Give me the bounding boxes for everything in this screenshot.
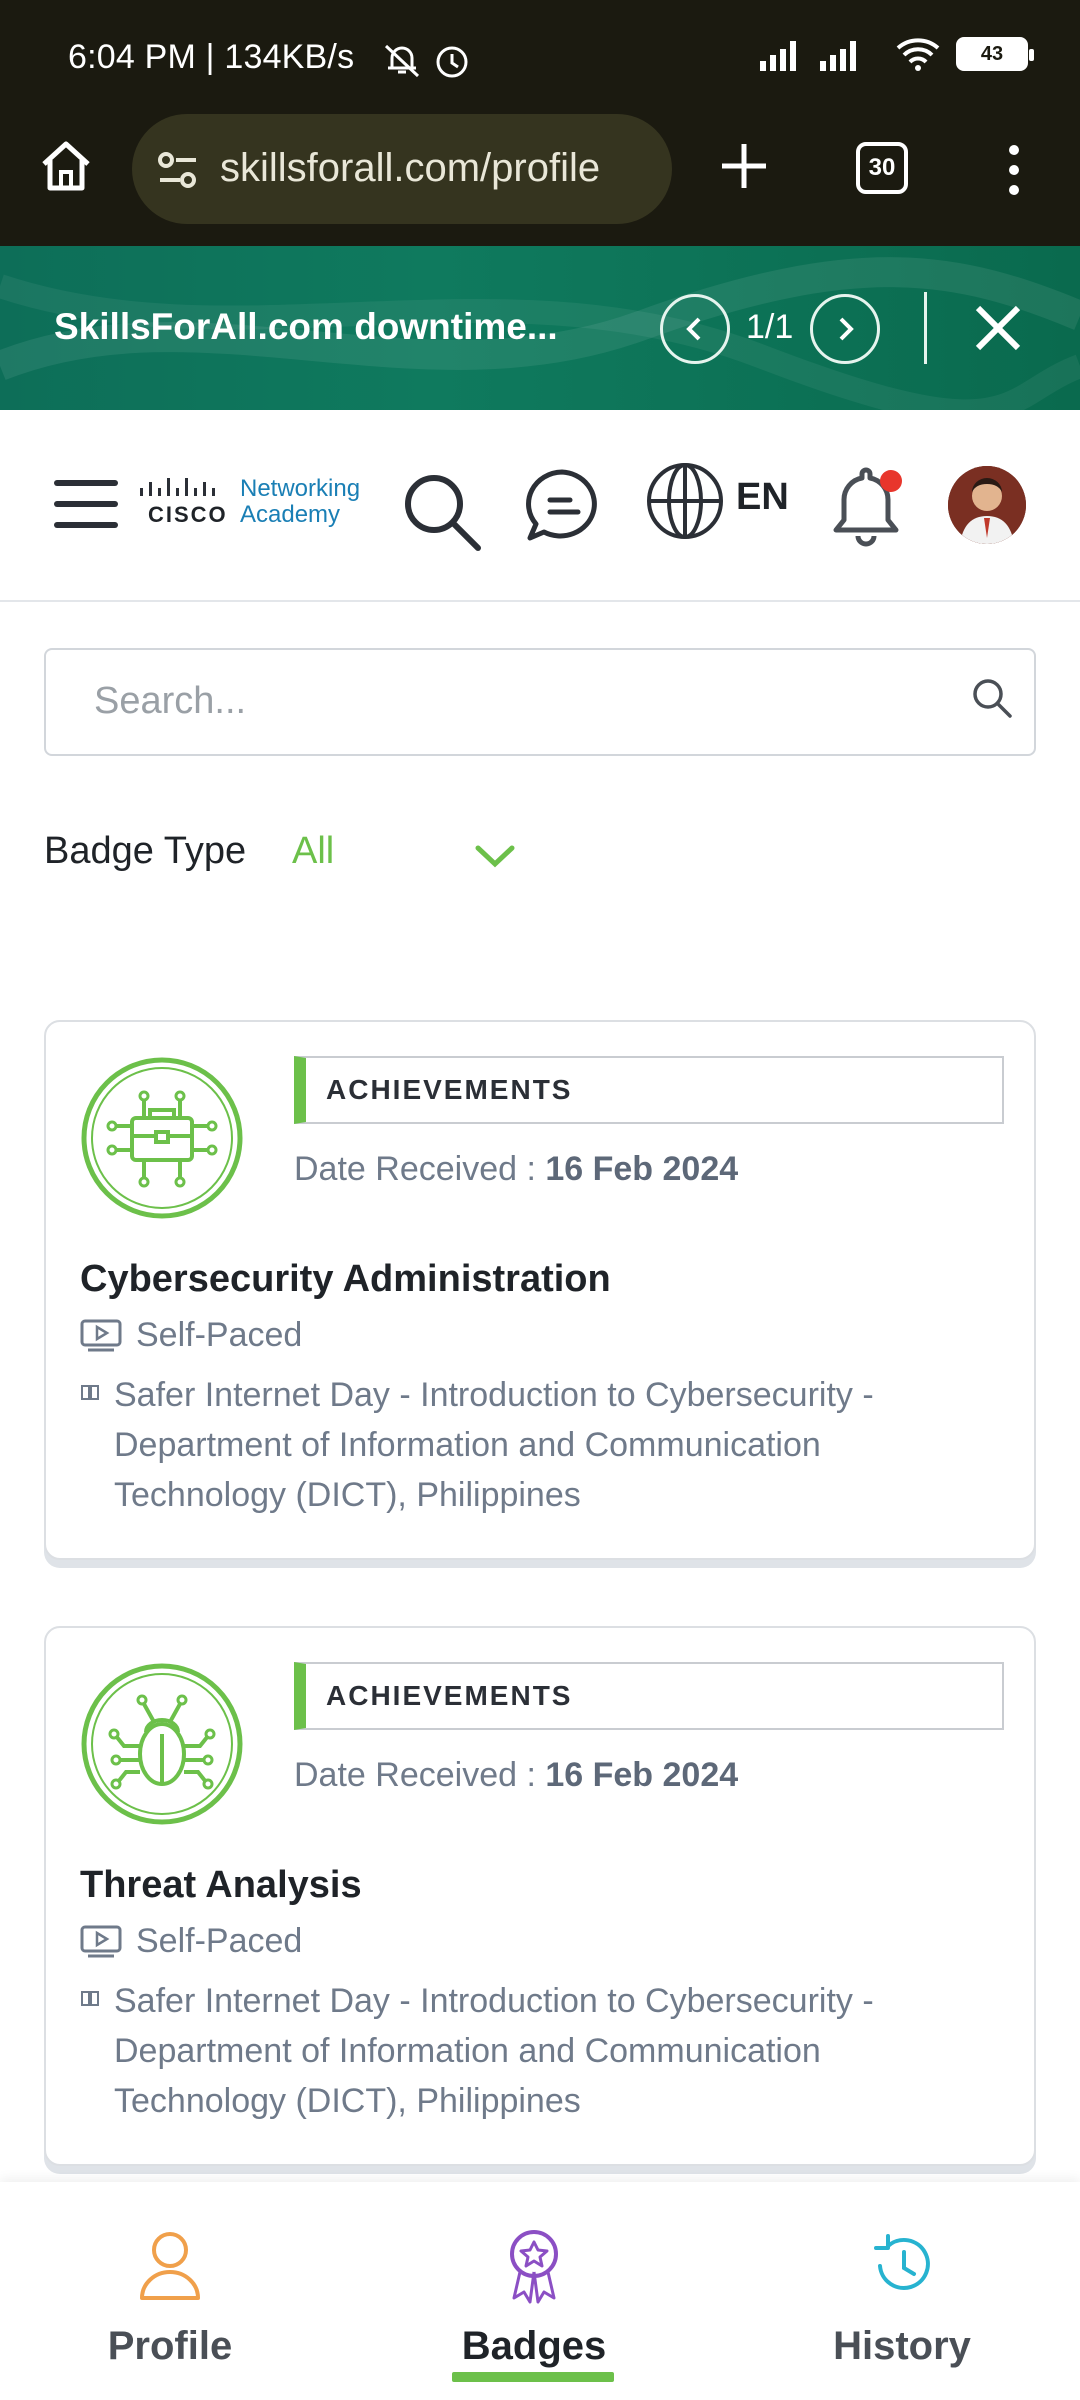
search-icon[interactable] xyxy=(400,470,484,554)
badge-type-dropdown[interactable]: All xyxy=(292,830,334,873)
badge-search-box xyxy=(44,648,1036,756)
active-tab-indicator xyxy=(452,2372,614,2382)
cisco-networking-academy-logo[interactable]: CISCO Networking Academy xyxy=(138,476,368,536)
nav-profile[interactable]: Profile xyxy=(20,2182,320,2400)
pace-text: Self-Paced xyxy=(136,1316,303,1354)
badge-card[interactable]: ACHIEVEMENTS Date Received : 16 Feb 2024… xyxy=(44,1020,1036,1560)
notification-dot xyxy=(880,470,902,492)
new-tab-icon[interactable] xyxy=(716,138,772,194)
date-received-value: 16 Feb 2024 xyxy=(545,1756,739,1794)
chevron-left-icon xyxy=(686,317,701,341)
globe-icon[interactable] xyxy=(644,460,726,542)
status-time: 6:04 PM | 134KB/s xyxy=(68,38,355,76)
search-input[interactable] xyxy=(94,680,944,723)
badge-title[interactable]: Threat Analysis xyxy=(80,1864,362,1907)
address-bar[interactable]: skillsforall.com/profile xyxy=(132,114,672,224)
site-header: CISCO Networking Academy EN xyxy=(0,410,1080,602)
nav-history[interactable]: History xyxy=(752,2182,1052,2400)
nav-badges-label: Badges xyxy=(461,2324,607,2368)
status-bar: 6:04 PM | 134KB/s 43 xyxy=(0,0,1080,120)
browser-toolbar: skillsforall.com/profile 30 xyxy=(0,112,1080,246)
date-received: Date Received : 16 Feb 2024 xyxy=(294,1756,738,1795)
status-notification-icons xyxy=(384,44,468,78)
book-icon xyxy=(81,1385,99,1400)
search-icon[interactable] xyxy=(968,674,1018,724)
badge-category: ACHIEVEMENTS xyxy=(294,1662,1004,1730)
logo-brand: CISCO xyxy=(148,502,228,527)
battery-indicator: 43 xyxy=(956,37,1034,71)
close-icon[interactable] xyxy=(966,296,1030,360)
video-course-icon xyxy=(80,1925,122,1957)
badge-card[interactable]: ACHIEVEMENTS Date Received : 16 Feb 2024… xyxy=(44,1626,1036,2166)
pace-text: Self-Paced xyxy=(136,1922,303,1960)
course-name: Safer Internet Day - Introduction to Cyb… xyxy=(114,1376,874,1514)
home-icon[interactable] xyxy=(36,136,96,196)
banner-prev-button[interactable] xyxy=(660,294,730,364)
badge-category-text: ACHIEVEMENTS xyxy=(326,1074,573,1105)
badge-category-text: ACHIEVEMENTS xyxy=(326,1680,573,1711)
bug-icon xyxy=(81,1663,243,1825)
date-received-label: Date Received : xyxy=(294,1150,546,1188)
briefcase-circuit-icon xyxy=(81,1057,243,1219)
badge-icon xyxy=(510,2230,558,2304)
chat-icon[interactable] xyxy=(522,466,602,546)
banner-message[interactable]: SkillsForAll.com downtime... xyxy=(54,306,558,348)
course-name: Safer Internet Day - Introduction to Cyb… xyxy=(114,1982,874,2120)
browser-chrome: 6:04 PM | 134KB/s 43 skillsforall.com/pr… xyxy=(0,0,1080,246)
logo-line1: Networking xyxy=(240,475,361,502)
url-text: skillsforall.com/profile xyxy=(220,146,601,190)
banner-divider xyxy=(924,292,927,364)
date-received: Date Received : 16 Feb 2024 xyxy=(294,1150,738,1189)
site-settings-icon[interactable] xyxy=(156,150,200,190)
hamburger-menu-icon[interactable] xyxy=(54,476,118,532)
tab-switcher-button[interactable]: 30 xyxy=(856,142,908,194)
date-received-value: 16 Feb 2024 xyxy=(545,1150,739,1188)
pace-row: Self-Paced xyxy=(80,1316,302,1355)
wifi-icon xyxy=(896,38,940,71)
more-options-icon[interactable] xyxy=(996,142,1032,198)
signal-icon xyxy=(760,41,856,71)
history-icon xyxy=(874,2234,930,2290)
cisco-bars-icon xyxy=(140,478,215,496)
chevron-right-icon xyxy=(839,317,854,341)
language-selector[interactable]: EN xyxy=(736,476,789,519)
badge-type-label: Badge Type xyxy=(44,830,247,872)
badge-category: ACHIEVEMENTS xyxy=(294,1056,1004,1124)
announcement-banner: SkillsForAll.com downtime... 1/1 xyxy=(0,246,1080,410)
video-course-icon xyxy=(80,1319,122,1351)
nav-profile-label: Profile xyxy=(107,2324,233,2368)
logo-line2: Academy xyxy=(240,501,341,528)
bottom-navigation: Profile Badges History xyxy=(0,2182,1080,2400)
book-icon xyxy=(81,1991,99,2006)
chevron-down-icon[interactable] xyxy=(470,836,520,876)
logo-subtitle: Networking Academy xyxy=(240,476,360,528)
badge-title[interactable]: Cybersecurity Administration xyxy=(80,1258,611,1301)
banner-next-button[interactable] xyxy=(810,294,880,364)
status-right-icons: 43 xyxy=(760,36,1034,72)
avatar[interactable] xyxy=(948,466,1026,544)
avatar-image xyxy=(948,466,1026,544)
person-icon xyxy=(140,2232,200,2300)
nav-history-label: History xyxy=(833,2324,971,2368)
nav-badges[interactable]: Badges xyxy=(384,2182,684,2400)
banner-counter: 1/1 xyxy=(746,308,794,346)
pace-row: Self-Paced xyxy=(80,1922,302,1961)
date-received-label: Date Received : xyxy=(294,1756,546,1794)
